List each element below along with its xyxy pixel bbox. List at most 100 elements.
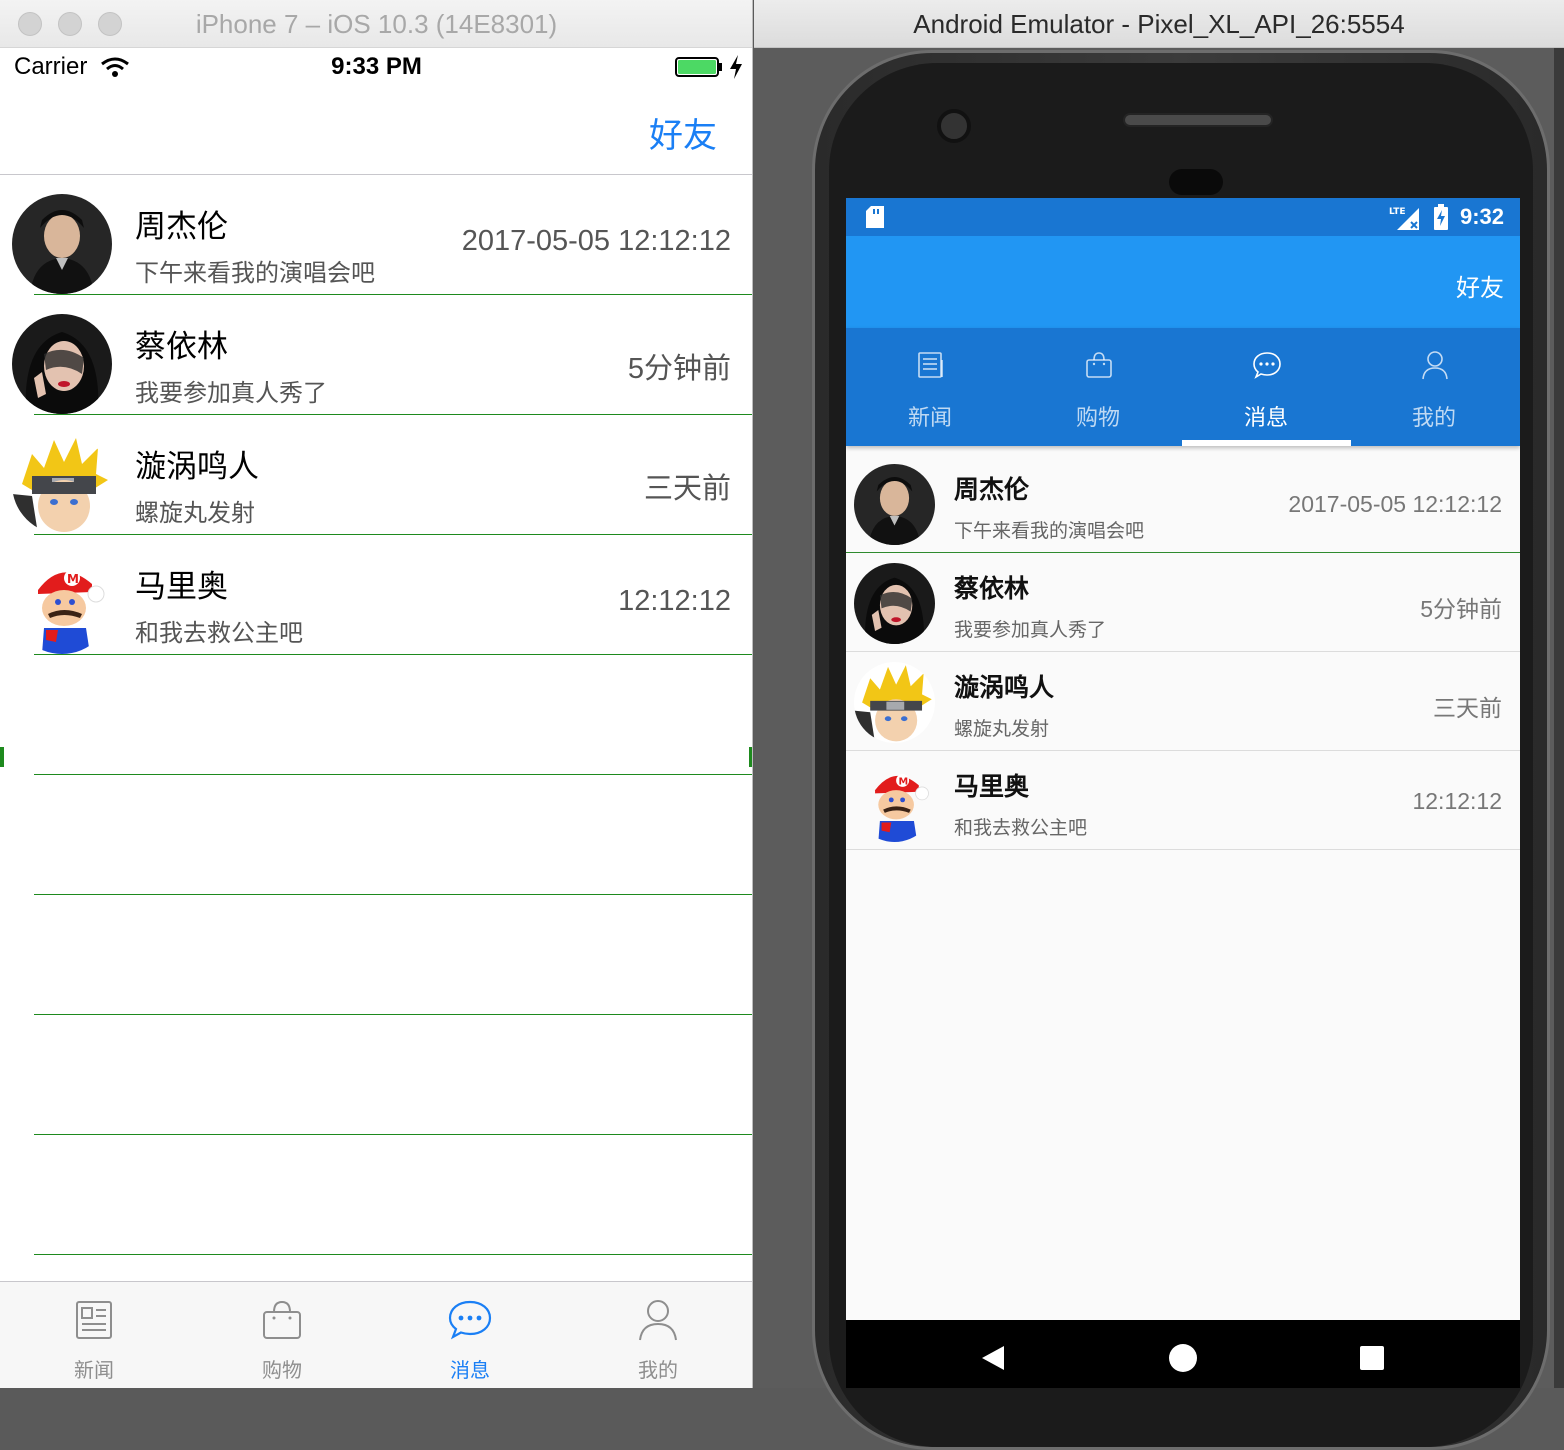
person-icon xyxy=(1422,351,1448,380)
message-preview: 螺旋丸发射 xyxy=(135,499,255,527)
back-icon[interactable] xyxy=(980,1344,1006,1372)
ios-message-list: 周杰伦 下午来看我的演唱会吧 2017-05-05 12:12:12 蔡依林 我… xyxy=(0,175,752,1255)
friends-button[interactable]: 好友 xyxy=(1456,268,1504,303)
avatar xyxy=(12,434,112,534)
tab-label: 新闻 xyxy=(74,1358,114,1382)
battery-icon xyxy=(1434,204,1448,230)
news-icon xyxy=(76,1301,112,1339)
emulator-side-panel xyxy=(1554,48,1564,1388)
list-item[interactable]: 漩涡鸣人 螺旋丸发射 三天前 xyxy=(0,415,752,535)
sd-card-icon xyxy=(866,206,884,228)
avatar: M xyxy=(854,761,935,842)
android-window-title: Android Emulator - Pixel_XL_API_26:5554 xyxy=(913,9,1405,39)
message-icon xyxy=(448,1300,492,1340)
battery-icon xyxy=(675,57,722,77)
list-item[interactable]: 蔡依林 我要参加真人秀了 5分钟前 xyxy=(0,295,752,415)
avatar xyxy=(854,563,935,644)
contact-name: 马里奥 xyxy=(954,772,1030,801)
person-icon xyxy=(639,1300,677,1341)
empty-row-separator xyxy=(0,775,752,895)
list-item[interactable]: 周杰伦 下午来看我的演唱会吧 2017-05-05 12:12:12 xyxy=(846,454,1520,553)
earpiece-speaker xyxy=(1123,113,1273,127)
tab-label: 消息 xyxy=(1243,406,1288,431)
message-preview: 下午来看我的演唱会吧 xyxy=(135,259,375,287)
list-item[interactable]: 周杰伦 下午来看我的演唱会吧 2017-05-05 12:12:12 xyxy=(0,175,752,295)
shopping-bag-icon xyxy=(263,1300,301,1339)
message-preview: 我要参加真人秀了 xyxy=(135,379,327,407)
tab-me[interactable]: 我的 xyxy=(564,1282,752,1388)
home-icon[interactable] xyxy=(1169,1344,1197,1372)
message-preview: 和我去救公主吧 xyxy=(954,817,1088,839)
contact-name: 蔡依林 xyxy=(135,329,228,365)
message-time: 2017-05-05 12:12:12 xyxy=(461,225,731,257)
tab-label: 购物 xyxy=(262,1358,302,1382)
avatar xyxy=(12,194,112,294)
list-item[interactable]: 漩涡鸣人 螺旋丸发射 三天前 xyxy=(846,652,1520,751)
news-icon xyxy=(918,352,943,378)
tab-news[interactable]: 新闻 xyxy=(0,1282,188,1388)
android-window-titlebar: Android Emulator - Pixel_XL_API_26:5554 xyxy=(754,0,1564,48)
android-screen: LTE 9:32 好友 新闻 购物 消息 我的 周杰伦 下午来看我的演唱会吧 2… xyxy=(846,198,1520,1388)
friends-button[interactable]: 好友 xyxy=(649,108,717,157)
android-tab-layout: 新闻 购物 消息 我的 xyxy=(846,328,1520,446)
list-item[interactable]: 蔡依林 我要参加真人秀了 5分钟前 xyxy=(846,553,1520,652)
tab-news[interactable]: 新闻 xyxy=(846,328,1014,446)
tab-label: 购物 xyxy=(1075,406,1120,431)
android-message-list: 周杰伦 下午来看我的演唱会吧 2017-05-05 12:12:12 蔡依林 我… xyxy=(846,454,1520,850)
charging-bolt-icon xyxy=(730,55,742,79)
tab-shopping[interactable]: 购物 xyxy=(188,1282,376,1388)
proximity-sensor xyxy=(1169,169,1223,195)
android-navigation-bar xyxy=(846,1320,1520,1388)
empty-row-separator xyxy=(0,1135,752,1255)
android-app-bar: 好友 xyxy=(846,236,1520,328)
status-time: 9:32 xyxy=(1460,204,1505,229)
avatar xyxy=(12,314,112,414)
lte-signal-icon: LTE xyxy=(1389,207,1419,230)
tab-messages[interactable]: 消息 xyxy=(1182,328,1350,446)
avatar: M xyxy=(12,554,112,654)
avatar xyxy=(854,662,935,743)
edge-marker xyxy=(749,747,752,767)
tab-shopping[interactable]: 购物 xyxy=(1014,328,1182,446)
contact-name: 漩涡鸣人 xyxy=(954,673,1055,702)
android-status-bar: LTE 9:32 xyxy=(846,198,1520,236)
message-time: 三天前 xyxy=(1433,695,1502,721)
empty-row-separator xyxy=(0,655,752,775)
message-time: 2017-05-05 12:12:12 xyxy=(1288,491,1502,517)
recent-apps-icon[interactable] xyxy=(1360,1346,1384,1370)
list-item[interactable]: M 马里奥 和我去救公主吧 12:12:12 xyxy=(846,751,1520,850)
contact-name: 马里奥 xyxy=(135,569,228,605)
ios-tab-bar: 新闻 购物 消息 我的 xyxy=(0,1281,752,1388)
ios-simulator-window: iPhone 7 – iOS 10.3 (14E8301) Carrier 9:… xyxy=(0,0,753,1388)
message-preview: 和我去救公主吧 xyxy=(135,619,303,647)
message-icon xyxy=(1253,352,1281,379)
message-time: 12:12:12 xyxy=(618,585,731,617)
front-camera xyxy=(937,109,971,143)
message-time: 5分钟前 xyxy=(627,353,731,385)
ios-window-title: iPhone 7 – iOS 10.3 (14E8301) xyxy=(195,9,558,39)
empty-row-separator xyxy=(0,1015,752,1135)
android-emulator-window: Android Emulator - Pixel_XL_API_26:5554 … xyxy=(754,0,1564,1450)
message-time: 12:12:12 xyxy=(1412,788,1502,814)
ios-window-titlebar: iPhone 7 – iOS 10.3 (14E8301) xyxy=(0,0,752,48)
tab-label: 新闻 xyxy=(907,406,952,431)
status-time: 9:33 PM xyxy=(331,53,422,80)
message-time: 三天前 xyxy=(643,473,731,505)
svg-text:M: M xyxy=(67,572,79,586)
tab-indicator xyxy=(1182,440,1351,446)
edge-marker xyxy=(0,747,4,767)
svg-text:LTE: LTE xyxy=(1389,207,1406,217)
svg-text:M: M xyxy=(899,776,909,787)
ios-status-bar: Carrier 9:33 PM xyxy=(0,48,752,88)
list-item[interactable]: M 马里奥 和我去救公主吧 12:12:12 xyxy=(0,535,752,655)
tab-me[interactable]: 我的 xyxy=(1350,328,1518,446)
empty-row-separator xyxy=(0,895,752,1015)
tab-messages[interactable]: 消息 xyxy=(376,1282,564,1388)
tab-label: 我的 xyxy=(638,1358,678,1382)
contact-name: 周杰伦 xyxy=(954,475,1030,504)
avatar xyxy=(854,464,935,545)
tab-label: 我的 xyxy=(1411,406,1456,431)
message-time: 5分钟前 xyxy=(1420,596,1502,622)
contact-name: 漩涡鸣人 xyxy=(135,449,259,485)
tab-label: 消息 xyxy=(450,1358,490,1382)
